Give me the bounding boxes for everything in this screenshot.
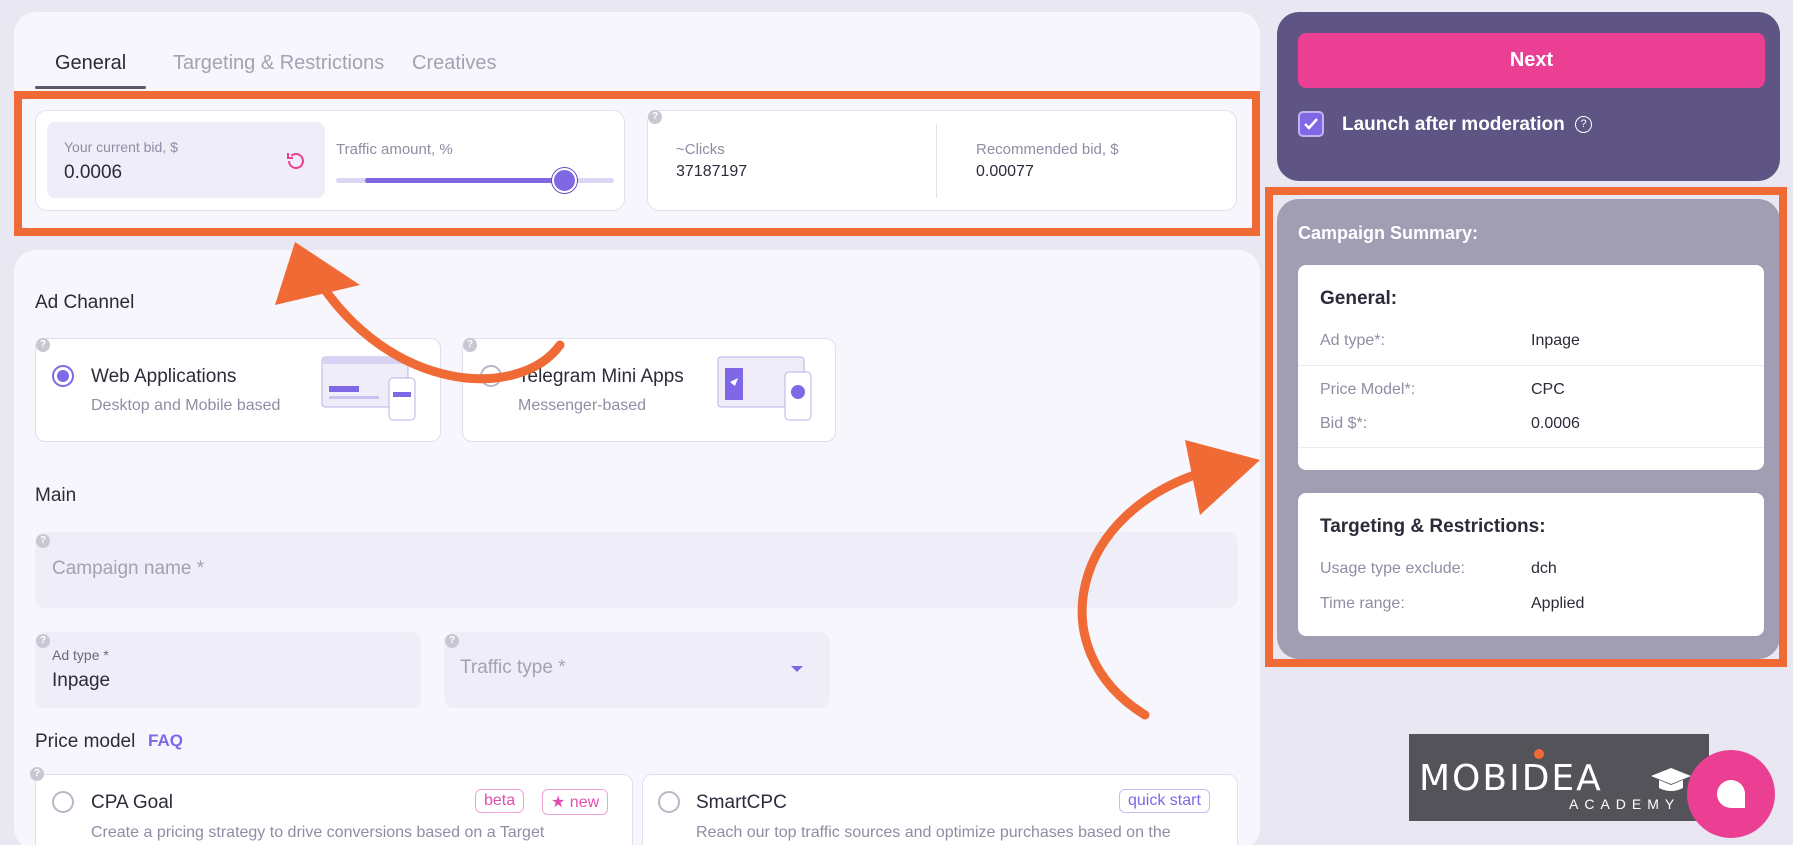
main-heading: Main <box>35 485 77 506</box>
launch-after-moderation-label: Launch after moderation <box>1342 114 1565 135</box>
chat-button[interactable] <box>1687 750 1775 838</box>
question-icon[interactable]: ? <box>445 634 459 648</box>
question-icon[interactable]: ? <box>36 634 50 648</box>
chevron-down-icon[interactable] <box>790 664 804 674</box>
smartcpc-radio[interactable] <box>658 791 680 813</box>
web-apps-radio[interactable] <box>52 365 74 387</box>
chat-icon <box>1717 780 1745 808</box>
annotation-frame-summary <box>1265 187 1787 667</box>
quick-start-badge: quick start <box>1119 789 1210 813</box>
cpa-goal-title: CPA Goal <box>91 792 174 813</box>
logo-main-text: MOBIDEA <box>1419 758 1603 799</box>
campaign-name-field[interactable] <box>35 532 1238 608</box>
mobidea-academy-logo: MOBIDEA ACADEMY <box>1409 734 1709 821</box>
tab-general[interactable]: General <box>55 52 126 75</box>
ad-type-label: Ad type * <box>52 647 109 663</box>
launch-after-moderation-checkbox[interactable] <box>1298 111 1324 137</box>
question-icon[interactable]: ? <box>36 338 50 352</box>
question-icon[interactable]: ? <box>1575 116 1592 133</box>
cpa-goal-radio[interactable] <box>52 791 74 813</box>
telegram-illustration-icon <box>717 356 812 421</box>
smartcpc-description: Reach our top traffic sources and optimi… <box>696 824 1171 841</box>
price-model-heading: Price model <box>35 731 136 752</box>
new-badge: ★ new <box>542 789 609 815</box>
active-tab-indicator <box>35 86 146 89</box>
beta-badge: beta <box>475 789 525 813</box>
question-icon[interactable]: ? <box>30 767 44 781</box>
question-icon[interactable]: ? <box>36 534 50 548</box>
logo-dot <box>1534 749 1544 759</box>
ad-channel-heading: Ad Channel <box>35 292 135 313</box>
tab-targeting[interactable]: Targeting & Restrictions <box>173 52 384 75</box>
annotation-arrow-icon <box>275 242 565 384</box>
logo-sub-text: ACADEMY <box>1569 796 1681 812</box>
annotation-arrow-icon <box>1077 440 1260 720</box>
cpa-goal-description: Create a pricing strategy to drive conve… <box>91 824 545 841</box>
campaign-name-placeholder: Campaign name * <box>52 558 205 579</box>
annotation-frame-bid <box>14 91 1260 236</box>
checkmark-icon <box>1304 118 1318 130</box>
next-button[interactable]: Next <box>1298 33 1765 88</box>
traffic-type-placeholder: Traffic type * <box>460 657 566 678</box>
smartcpc-title: SmartCPC <box>696 792 787 813</box>
faq-link[interactable]: FAQ <box>148 731 183 751</box>
tab-creatives[interactable]: Creatives <box>412 52 496 75</box>
web-apps-title: Web Applications <box>91 366 237 387</box>
ad-type-value: Inpage <box>52 670 111 691</box>
